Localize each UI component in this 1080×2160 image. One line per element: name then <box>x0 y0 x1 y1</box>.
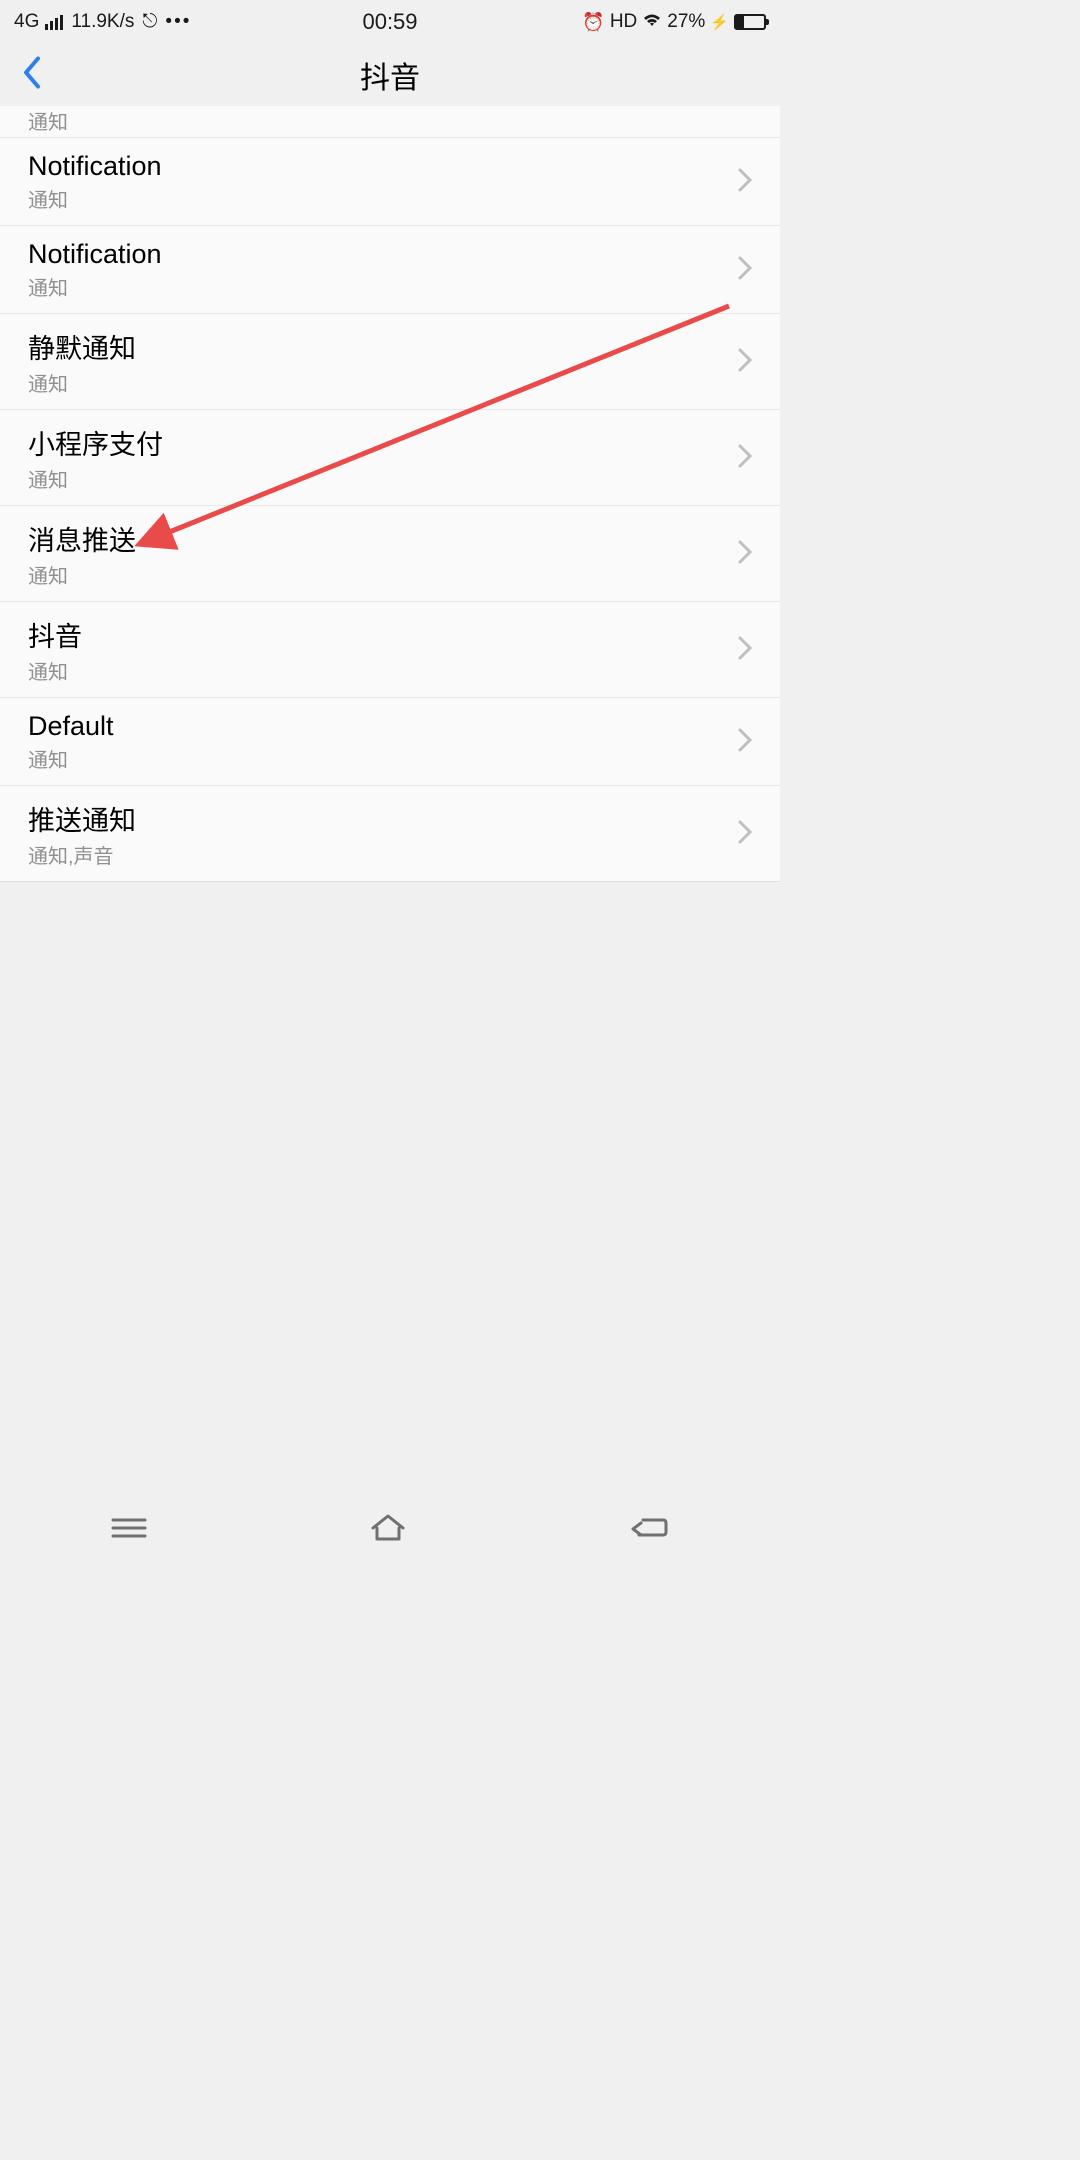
back-button[interactable] <box>22 56 42 95</box>
system-nav-bar <box>0 1500 780 1560</box>
chevron-right-icon <box>738 444 752 473</box>
chevron-right-icon <box>738 540 752 569</box>
header: 抖音 <box>0 44 780 106</box>
chevron-right-icon <box>738 256 752 285</box>
status-bar: 4G 11.9K/s ⎋ ••• 00:59 ⏰ HD 27% ⚡ <box>0 0 780 44</box>
hd-indicator: HD <box>610 11 637 33</box>
list-item-title: 抖音 <box>28 615 82 654</box>
list-item-sub: 通知 <box>28 184 162 213</box>
network-type: 4G <box>14 11 39 33</box>
list-item-notification-1[interactable]: Notification 通知 <box>0 138 780 226</box>
network-speed: 11.9K/s <box>71 11 134 33</box>
status-time: 00:59 <box>362 9 417 35</box>
chevron-right-icon <box>738 168 752 197</box>
list-item-douyin[interactable]: 抖音 通知 <box>0 602 780 698</box>
list-item-miniprogram-pay[interactable]: 小程序支付 通知 <box>0 410 780 506</box>
list-item-sub: 通知 <box>28 560 136 589</box>
status-left: 4G 11.9K/s ⎋ ••• <box>14 11 191 33</box>
list-item-sub: 通知 <box>28 656 82 685</box>
battery-pct: 27% <box>667 11 705 33</box>
status-right: ⏰ HD 27% ⚡ <box>582 11 766 33</box>
list-item-sub: 通知 <box>28 744 114 773</box>
nav-menu-button[interactable] <box>111 1516 147 1545</box>
list-item-sub: 通知,声音 <box>28 840 136 869</box>
more-icon: ••• <box>165 11 191 33</box>
list-item-message-push[interactable]: 消息推送 通知 <box>0 506 780 602</box>
page-title: 抖音 <box>360 53 420 97</box>
charging-icon: ⚡ <box>710 13 729 31</box>
battery-icon <box>734 14 766 30</box>
list-item-push-notify[interactable]: 推送通知 通知,声音 <box>0 786 780 882</box>
list-item-title: 小程序支付 <box>28 423 163 462</box>
list-item-title: 静默通知 <box>28 327 136 366</box>
list-item-title: 消息推送 <box>28 519 136 558</box>
chevron-right-icon <box>738 636 752 665</box>
list-item-partial[interactable]: 通知 <box>0 106 780 138</box>
chevron-right-icon <box>738 348 752 377</box>
nav-home-button[interactable] <box>369 1514 407 1547</box>
list-item-default[interactable]: Default 通知 <box>0 698 780 786</box>
list-item-title: Notification <box>28 239 162 270</box>
list-item-title: Default <box>28 711 114 742</box>
list-item-sub: 通知 <box>28 272 162 301</box>
list-item-sub: 通知 <box>28 464 163 493</box>
list-item-sub: 通知 <box>28 368 136 397</box>
alarm-icon: ⏰ <box>582 12 604 33</box>
list-item-notification-2[interactable]: Notification 通知 <box>0 226 780 314</box>
list-item-title: Notification <box>28 151 162 182</box>
chevron-right-icon <box>738 728 752 757</box>
signal-icon <box>45 15 63 30</box>
chevron-right-icon <box>738 820 752 849</box>
list-item-sub: 通知 <box>28 106 68 135</box>
settings-list: Notification 通知 Notification 通知 静默通知 通知 … <box>0 138 780 882</box>
nav-back-button[interactable] <box>629 1515 669 1546</box>
usb-icon: ⎋ <box>142 11 157 33</box>
list-item-title: 推送通知 <box>28 799 136 838</box>
list-item-silent[interactable]: 静默通知 通知 <box>0 314 780 410</box>
wifi-icon <box>642 12 662 33</box>
